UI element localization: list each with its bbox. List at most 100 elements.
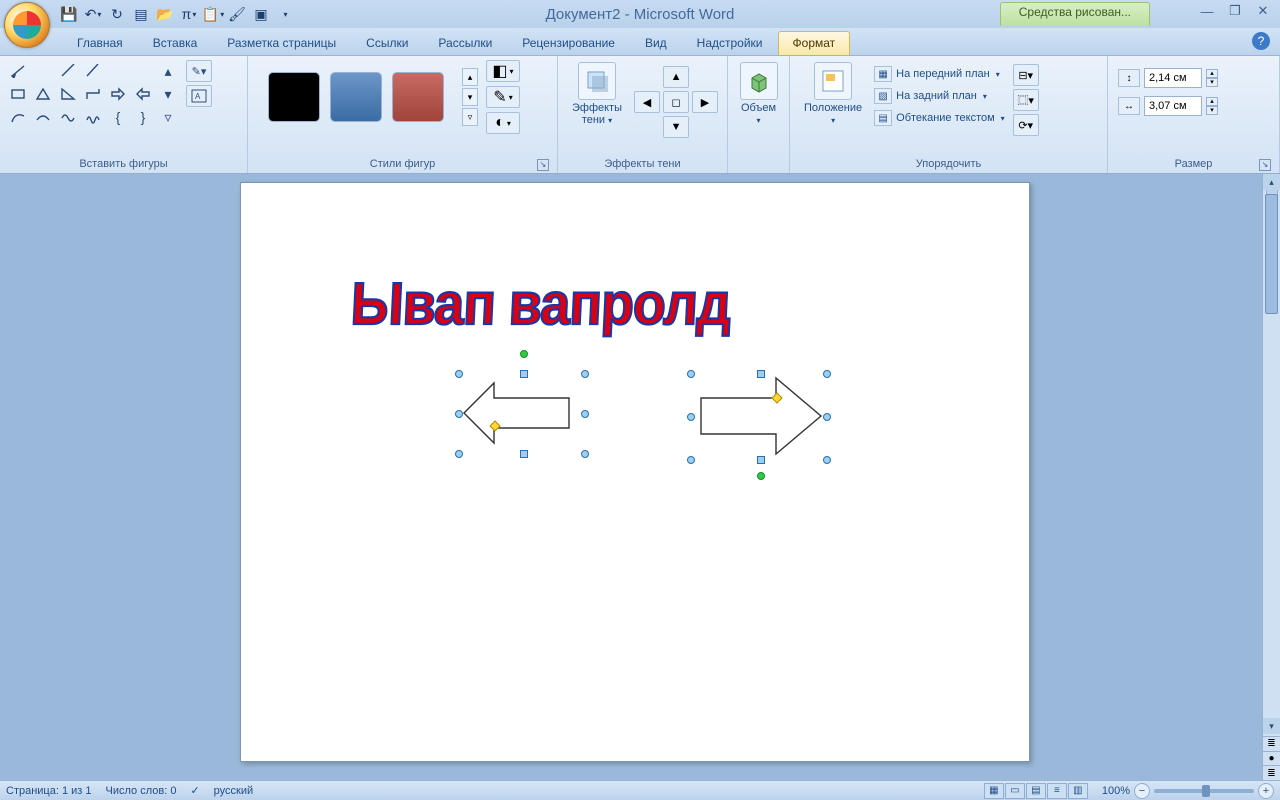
align-button[interactable]: ⊟▾ [1013, 64, 1039, 86]
group-button[interactable]: ⿴▾ [1013, 89, 1039, 111]
status-page[interactable]: Страница: 1 из 1 [6, 785, 92, 797]
zoom-in-icon[interactable]: + [1258, 783, 1274, 799]
prev-page-icon[interactable]: ≣ [1263, 736, 1280, 751]
width-input[interactable] [1144, 96, 1202, 116]
new-doc-icon[interactable]: ▤ [130, 3, 152, 25]
tab-review[interactable]: Рецензирование [507, 31, 630, 55]
text-wrap-button[interactable]: ▤Обтекание текстом▾ [870, 108, 1009, 128]
tab-layout[interactable]: Разметка страницы [212, 31, 351, 55]
shape-triangle-icon[interactable] [31, 83, 55, 105]
shape-oval-icon[interactable] [131, 60, 155, 82]
redo-icon[interactable]: ↻ [106, 3, 128, 25]
tab-view[interactable]: Вид [630, 31, 682, 55]
styles-scroll-down-icon[interactable]: ▾ [462, 88, 478, 106]
bring-front-button[interactable]: ▦На передний план▾ [870, 64, 1009, 84]
shape-roundrect-icon[interactable] [6, 83, 30, 105]
rotate-button[interactable]: ⟳▾ [1013, 114, 1039, 136]
shapes-scroll-down-icon[interactable]: ▾ [156, 83, 180, 105]
view-read-icon[interactable]: ▭ [1005, 783, 1025, 799]
status-words[interactable]: Число слов: 0 [106, 785, 177, 797]
save-icon[interactable]: 💾 [58, 3, 80, 25]
wordart-text[interactable]: Ывап вапролд [349, 270, 732, 338]
tab-references[interactable]: Ссылки [351, 31, 423, 55]
tab-mailings[interactable]: Рассылки [423, 31, 507, 55]
page[interactable]: Ывап вапролд [240, 182, 1030, 762]
tab-format[interactable]: Формат [778, 31, 851, 55]
size-launcher[interactable]: ↘ [1259, 159, 1271, 171]
edit-shape-icon[interactable]: ✎▾ [186, 60, 212, 82]
tab-home[interactable]: Главная [62, 31, 138, 55]
view-web-icon[interactable]: ▤ [1026, 783, 1046, 799]
change-shape-button[interactable]: ◐▾ [486, 112, 520, 134]
next-page-icon[interactable]: ≣ [1263, 765, 1280, 780]
shadow-left-icon[interactable]: ◀ [634, 91, 660, 113]
shape-textbox-icon[interactable]: A [31, 60, 55, 82]
styles-scroll-up-icon[interactable]: ▴ [462, 68, 478, 86]
shape-styles-launcher[interactable]: ↘ [537, 159, 549, 171]
style-red[interactable] [392, 72, 444, 122]
zoom-slider[interactable] [1154, 789, 1254, 793]
shape-elbow-icon[interactable] [81, 83, 105, 105]
textbox-draw-icon[interactable]: A [186, 85, 212, 107]
shape-right-arrow[interactable] [691, 358, 831, 478]
restore-button[interactable]: ❐ [1224, 2, 1246, 20]
shape-wave-icon[interactable] [56, 106, 80, 128]
view-draft-icon[interactable]: ▥ [1068, 783, 1088, 799]
styles-more-icon[interactable]: ▿ [462, 108, 478, 126]
shape-rightarrow-icon[interactable] [106, 83, 130, 105]
height-input[interactable] [1144, 68, 1202, 88]
shape-leftarrow-icon[interactable] [131, 83, 155, 105]
open-icon[interactable]: 📂 [154, 3, 176, 25]
shadow-right-icon[interactable]: ▶ [692, 91, 718, 113]
format-painter-icon[interactable]: 🖌 [226, 3, 248, 25]
shadow-effects-button[interactable]: Эффекты тени ▾ [564, 60, 630, 144]
undo-icon[interactable]: ↶ [82, 3, 104, 25]
browse-object-icon[interactable]: ● [1263, 751, 1280, 766]
shadow-down-icon[interactable]: ▼ [663, 116, 689, 138]
style-black[interactable] [268, 72, 320, 122]
shapes-gallery[interactable]: A ▴ ▾ { } ▿ [6, 60, 180, 128]
shadow-up-icon[interactable]: ▲ [663, 66, 689, 88]
tab-insert[interactable]: Вставка [138, 31, 213, 55]
help-icon[interactable]: ? [1252, 32, 1270, 50]
shape-line2-icon[interactable] [56, 60, 80, 82]
width-up[interactable]: ▴ [1206, 97, 1218, 106]
equation-icon[interactable]: π [178, 3, 200, 25]
style-blue[interactable] [330, 72, 382, 122]
shape-line-icon[interactable] [6, 60, 30, 82]
scroll-down-icon[interactable]: ▾ [1263, 718, 1280, 734]
height-down[interactable]: ▾ [1206, 78, 1218, 87]
scroll-up-icon[interactable]: ▴ [1263, 174, 1280, 190]
shape-curve1-icon[interactable] [6, 106, 30, 128]
send-back-button[interactable]: ▧На задний план▾ [870, 86, 1009, 106]
shape-fill-button[interactable]: ◧▾ [486, 60, 520, 82]
shape-rbrace-icon[interactable]: } [131, 106, 155, 128]
shape-rect-icon[interactable] [106, 60, 130, 82]
office-button[interactable] [4, 2, 50, 48]
style-gallery[interactable] [254, 64, 458, 130]
minimize-button[interactable]: — [1196, 2, 1218, 20]
qat-customize-icon[interactable] [274, 3, 296, 25]
scroll-thumb[interactable] [1265, 194, 1278, 314]
document-workspace[interactable]: Ывап вапролд [0, 174, 1280, 780]
vertical-scrollbar[interactable]: ▴ ▾ ≣ ● ≣ [1262, 174, 1280, 780]
shape-outline-button[interactable]: ✎▾ [486, 86, 520, 108]
proofing-icon[interactable]: ✓ [190, 784, 199, 797]
group-icon[interactable]: ▣ [250, 3, 272, 25]
zoom-value[interactable]: 100% [1102, 785, 1130, 797]
shapes-scroll-up-icon[interactable]: ▴ [156, 60, 180, 82]
shape-left-arrow[interactable] [459, 358, 589, 468]
shape-curve2-icon[interactable] [31, 106, 55, 128]
status-lang[interactable]: русский [214, 785, 253, 797]
paste-icon[interactable]: 📋 [202, 3, 224, 25]
view-print-icon[interactable]: ▦ [984, 783, 1004, 799]
tab-addins[interactable]: Надстройки [682, 31, 778, 55]
close-button[interactable]: ✕ [1252, 2, 1274, 20]
shadow-toggle-icon[interactable]: ◻ [663, 91, 689, 113]
position-button[interactable]: Положение▾ [796, 60, 870, 136]
height-up[interactable]: ▴ [1206, 69, 1218, 78]
shape-lbrace-icon[interactable]: { [106, 106, 130, 128]
shape-arrow-icon[interactable] [81, 60, 105, 82]
shapes-more-icon[interactable]: ▿ [156, 106, 180, 128]
threeD-button[interactable]: Объем▾ [734, 60, 783, 129]
